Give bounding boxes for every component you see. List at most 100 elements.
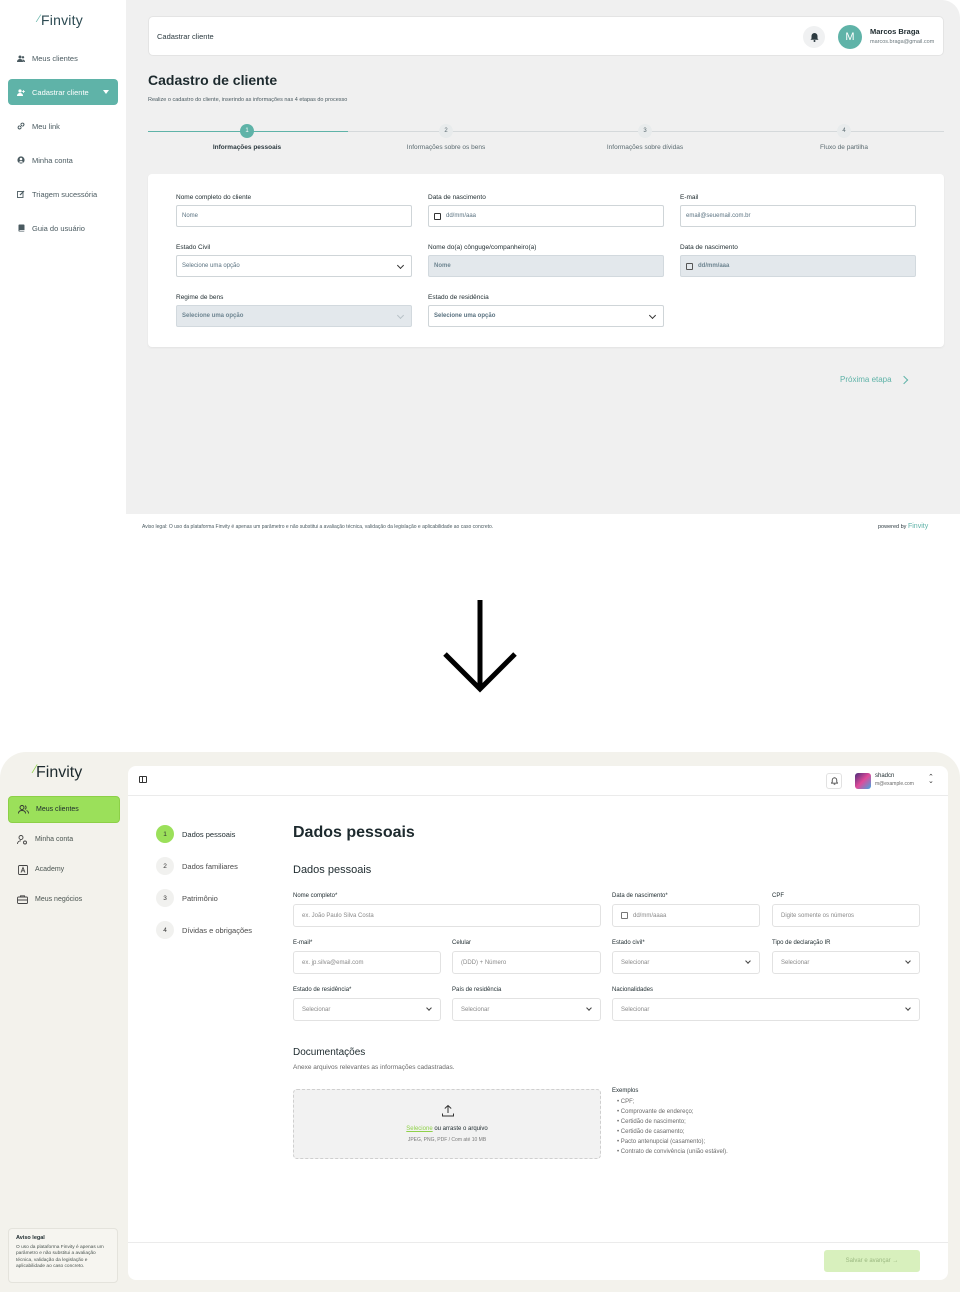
country-select[interactable]: Selecionar [452,998,601,1021]
chevron-down-icon [745,958,751,964]
nationality-select[interactable]: Selecionar [612,998,920,1021]
phone-label: Celular [452,940,472,946]
spouse-birth-input[interactable]: dd/mm/aaa [680,255,916,277]
step-2-dot[interactable]: 2 [439,124,453,138]
leaf-icon: ⁄ [34,762,37,776]
example-item: • CPF; [617,1099,635,1105]
arrow-down-icon [443,600,517,693]
example-item: • Certidão de nascimento; [617,1119,686,1125]
old-nav-meu-link[interactable]: Meu link [8,113,118,139]
country-label: País de residência [452,987,502,993]
old-nav-guia[interactable]: Guia do usuário [8,215,118,241]
avatar[interactable]: M [838,25,862,49]
step-3-dot[interactable]: 3 [638,124,652,138]
user-name: shadcn [875,773,895,779]
email-input[interactable]: ex. jp.silva@email.com [293,951,441,974]
step-dividas[interactable]: 4 Dívidas e obrigações [156,921,252,939]
old-nav-meus-clientes[interactable]: Meus clientes [8,45,118,71]
page-title: Dados pessoais [293,824,415,841]
examples-title: Exemplos [612,1088,639,1094]
full-name-label: Nome completo do cliente [176,194,252,201]
birth-label: Data de nascimento* [612,893,668,899]
civil-select[interactable]: Selecionar [612,951,760,974]
user-plus-icon [17,88,25,96]
new-header: shadcn m@example.com ⌃ ⌄ [128,766,948,796]
legal-text: O uso da plataforma Finvity é apenas um … [16,1245,104,1270]
next-step-button[interactable]: Próxima etapa [840,375,908,384]
nationality-label: Nacionalidades [612,987,654,993]
state-label: Estado de residência* [293,987,352,993]
state-select[interactable]: Selecionar [293,998,441,1021]
old-nav-cadastrar-cliente[interactable]: Cadastrar cliente [8,79,118,105]
briefcase-icon [17,894,28,905]
new-nav-meus-negocios[interactable]: Meus negócios [8,886,120,913]
file-dropzone[interactable]: Selecione ou arraste o arquivo JPEG, PNG… [293,1089,601,1159]
docs-subtitle: Anexe arquivos relevantes as informações… [293,1064,455,1071]
email-label: E-mail* [293,940,313,946]
caret-down-icon [103,90,109,94]
bell-icon[interactable] [826,773,842,789]
calendar-icon [621,912,628,919]
link-icon [17,122,25,130]
panel-footer-divider [128,1242,948,1243]
breadcrumb: Cadastrar cliente [157,32,214,41]
avatar[interactable] [855,773,871,789]
step-1-dot[interactable]: 1 [240,124,254,138]
chevron-down-icon [396,311,405,320]
birth-input[interactable]: dd/mm/aaaa [612,904,760,927]
cpf-input[interactable]: Digite somente os números [772,904,920,927]
birth-date-input[interactable]: dd/mm/aaa [428,205,664,227]
new-nav-minha-conta[interactable]: Minha conta [8,826,120,853]
upload-icon [442,1104,454,1117]
email-label: E-mail [680,194,699,201]
old-nav-triagem[interactable]: Triagem sucessória [8,181,118,207]
book-icon [17,224,25,232]
new-nav-academy[interactable]: Academy [8,856,120,883]
chevron-down-icon [586,1005,592,1011]
bell-icon[interactable] [803,26,825,48]
name-input[interactable]: ex. João Paulo Silva Costa [293,904,601,927]
page-subtitle: Realize o cadastro do cliente, inserindo… [148,97,348,103]
ir-label: Tipo de declaração IR [772,940,831,946]
select-file-link[interactable]: Selecione [406,1126,432,1132]
new-main-panel: shadcn m@example.com ⌃ ⌄ 1 Dados pessoais … [128,766,948,1280]
new-logo: ⁄Finvity [34,762,83,781]
step-dados-pessoais[interactable]: 1 Dados pessoais [156,825,235,843]
chevron-updown-icon[interactable]: ⌃ ⌄ [928,774,934,785]
new-nav-meus-clientes[interactable]: Meus clientes [8,796,120,823]
old-topbar: Cadastrar cliente M Marcos Braga marcos.… [148,16,944,56]
state-select[interactable]: Selecione uma opção [428,305,664,327]
ir-select[interactable]: Selecionar [772,951,920,974]
name-label: Nome completo* [293,893,338,899]
step-4-label: Fluxo de partilha [819,144,869,151]
powered-by: powered by Finvity [878,523,929,530]
cpf-label: CPF [772,893,784,899]
chevron-down-icon [905,1005,911,1011]
regime-select[interactable]: Selecione uma opção [176,305,412,327]
step-dados-familiares[interactable]: 2 Dados familiares [156,857,238,875]
step-4-dot[interactable]: 4 [837,124,851,138]
calendar-icon [686,262,693,270]
save-advance-button[interactable]: Salvar e avançar → [824,1250,920,1272]
phone-input[interactable]: (DDD) + Número [452,951,601,974]
step-1-label: Informações pessoais [212,144,282,151]
spouse-name-input[interactable]: Nome [428,255,664,277]
sidebar-toggle-icon[interactable] [139,776,147,783]
old-logo: ⁄Finvity [38,12,83,28]
chevron-down-icon [426,1005,432,1011]
user-settings-icon [17,834,28,845]
email-input[interactable]: email@seuemail.com.br [680,205,916,227]
example-item: • Pacto antenupcial (casamento); [617,1139,706,1145]
full-name-input[interactable]: Nome [176,205,412,227]
example-item: • Contrato de convivência (união estável… [617,1149,728,1155]
upload-formats: JPEG, PNG, PDF / Com até 10 MB [407,1137,487,1143]
step-patrimonio[interactable]: 3 Patrimônio [156,889,218,907]
civil-status-select[interactable]: Selecione uma opção [176,255,412,277]
civil-label: Estado civil* [612,940,645,946]
old-footer: Aviso legal: O uso da plataforma Finvity… [126,514,960,540]
users-icon [18,804,29,815]
old-nav-minha-conta[interactable]: Minha conta [8,147,118,173]
leaf-icon: ⁄ [38,13,41,25]
docs-title: Documentações [293,1047,366,1058]
calendar-icon [434,212,441,220]
